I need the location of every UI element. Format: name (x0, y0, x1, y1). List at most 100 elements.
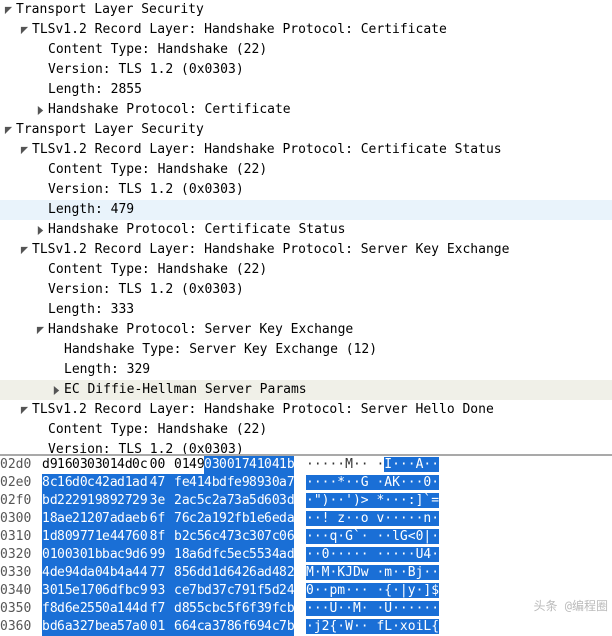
hex-row[interactable]: 03200100301bbac9d69918a6dfc5ec5534ad··0·… (0, 546, 612, 564)
hex-byte[interactable]: 7b (189, 582, 204, 600)
hex-byte[interactable]: 66 (174, 618, 189, 636)
hex-byte[interactable]: f6 (234, 600, 249, 618)
tree-node-version[interactable]: Version: TLS 1.2 (0x0303) (0, 280, 612, 300)
tree-node-record-certstatus[interactable]: TLSv1.2 Record Layer: Handshake Protocol… (0, 140, 612, 160)
hex-byte[interactable]: df (219, 474, 234, 492)
hex-byte[interactable]: 77 (147, 564, 174, 582)
hex-byte[interactable]: 4b (102, 564, 117, 582)
tree-node-content-type[interactable]: Content Type: Handshake (22) (0, 40, 612, 60)
hex-byte[interactable]: 9f (264, 600, 279, 618)
hex-byte[interactable]: 7b (87, 618, 102, 636)
hex-byte[interactable]: a1 (204, 510, 219, 528)
hex-byte[interactable]: 89 (249, 474, 264, 492)
hex-byte[interactable]: bd (42, 618, 57, 636)
hex-byte[interactable]: 76 (174, 510, 189, 528)
hex-byte[interactable]: d4 (264, 564, 279, 582)
hex-byte[interactable]: 7a (102, 510, 117, 528)
hex-byte[interactable]: 00 (219, 456, 234, 474)
expander-closed-icon[interactable] (34, 106, 46, 115)
hex-byte[interactable]: a7 (219, 492, 234, 510)
hex-byte[interactable]: 3c (234, 528, 249, 546)
hex-byte[interactable]: d6 (132, 546, 147, 564)
hex-byte[interactable]: 30 (264, 474, 279, 492)
hex-byte[interactable]: f7 (147, 600, 174, 618)
hex-byte[interactable]: 7c (264, 528, 279, 546)
hex-byte[interactable]: d1 (204, 564, 219, 582)
hex-byte[interactable]: 03 (204, 456, 219, 474)
hex-byte[interactable]: fe (174, 474, 189, 492)
hex-byte[interactable]: 79 (234, 582, 249, 600)
hex-byte[interactable]: 60 (132, 528, 147, 546)
hex-byte[interactable]: 6d (189, 564, 204, 582)
tree-node-content-type[interactable]: Content Type: Handshake (22) (0, 420, 612, 440)
hex-byte[interactable]: 55 (189, 600, 204, 618)
hex-byte[interactable]: 57 (117, 618, 132, 636)
hex-byte[interactable]: 85 (174, 564, 189, 582)
tree-node-handshake-ske[interactable]: Handshake Protocol: Server Key Exchange (0, 320, 612, 340)
hex-byte[interactable]: 14 (117, 600, 132, 618)
hex-byte[interactable]: 7b (279, 618, 294, 636)
hex-byte[interactable]: 5d (264, 582, 279, 600)
hex-byte[interactable]: ea (102, 618, 117, 636)
hex-byte[interactable]: ec (234, 546, 249, 564)
hex-byte[interactable]: 04 (264, 456, 279, 474)
hex-byte[interactable]: 6f (234, 618, 249, 636)
hex-byte[interactable]: 18 (42, 510, 57, 528)
hex-byte[interactable]: 93 (147, 582, 174, 600)
hex-byte[interactable]: 6e (264, 510, 279, 528)
hex-row[interactable]: 03101d809771e447608fb2c56c473c307c06···q… (0, 528, 612, 546)
hex-byte[interactable]: df (204, 546, 219, 564)
tree-node-content-type[interactable]: Content Type: Handshake (22) (0, 160, 612, 180)
hex-row[interactable]: 03403015e1706dfbc993ce7bd37c791f5d240··p… (0, 582, 612, 600)
hex-byte[interactable]: d1 (117, 474, 132, 492)
hex-byte[interactable]: 47 (117, 528, 132, 546)
hex-byte[interactable]: 97 (72, 528, 87, 546)
hex-byte[interactable]: 70 (87, 582, 102, 600)
expander-closed-icon[interactable] (34, 226, 46, 235)
hex-byte[interactable]: 20 (87, 510, 102, 528)
hex-byte[interactable]: a3 (204, 618, 219, 636)
hex-byte[interactable]: da (117, 510, 132, 528)
hex-byte[interactable]: a0 (132, 618, 147, 636)
hex-byte[interactable]: 22 (57, 492, 72, 510)
expander-open-icon[interactable] (18, 406, 30, 415)
hex-byte[interactable]: 01 (174, 456, 189, 474)
expander-open-icon[interactable] (18, 26, 30, 35)
hex-byte[interactable]: c9 (117, 546, 132, 564)
hex-byte[interactable]: 1b (279, 456, 294, 474)
hex-byte[interactable]: d3 (204, 582, 219, 600)
hex-byte[interactable]: 16 (57, 474, 72, 492)
hex-byte[interactable]: b2 (174, 528, 189, 546)
hex-byte[interactable]: 1e (249, 510, 264, 528)
hex-byte[interactable]: 1f (249, 582, 264, 600)
hex-byte[interactable]: 1b (87, 546, 102, 564)
hex-byte[interactable]: 47 (147, 474, 174, 492)
tree-node-handshake-cert[interactable]: Handshake Protocol: Certificate (0, 100, 612, 120)
hex-byte[interactable]: 55 (249, 546, 264, 564)
hex-byte[interactable]: 6a (249, 564, 264, 582)
hex-byte[interactable]: 5d (249, 492, 264, 510)
hex-byte[interactable]: d0 (72, 474, 87, 492)
hex-byte[interactable]: 29 (72, 492, 87, 510)
hex-byte[interactable]: cb (204, 600, 219, 618)
tree-node-tls2[interactable]: Transport Layer Security (0, 120, 612, 140)
hex-byte[interactable]: 4a (117, 564, 132, 582)
hex-byte[interactable]: d8 (174, 600, 189, 618)
hex-byte[interactable]: 18 (174, 546, 189, 564)
hex-byte[interactable]: c2 (189, 510, 204, 528)
hex-byte[interactable]: ce (174, 582, 189, 600)
hex-byte[interactable]: 27 (117, 492, 132, 510)
hex-byte[interactable]: 32 (72, 618, 87, 636)
hex-byte[interactable]: ae (57, 510, 72, 528)
hex-byte[interactable]: 21 (72, 510, 87, 528)
hex-row[interactable]: 02f0bd2229198927293e2ac5c2a73a5d603d·")·… (0, 492, 612, 510)
hex-byte[interactable]: 2a (174, 492, 189, 510)
hex-byte[interactable]: eb (132, 510, 147, 528)
hex-byte[interactable]: 01 (42, 546, 57, 564)
hex-row[interactable]: 0360bd6a327bea57a001664ca3786f694c7b·j2{… (0, 618, 612, 636)
hex-byte[interactable]: 60 (264, 492, 279, 510)
tree-node-length[interactable]: Length: 333 (0, 300, 612, 320)
hex-byte[interactable]: 6c (204, 528, 219, 546)
hex-byte[interactable]: 03 (72, 456, 87, 474)
tree-node-record-cert[interactable]: TLSv1.2 Record Layer: Handshake Protocol… (0, 20, 612, 40)
